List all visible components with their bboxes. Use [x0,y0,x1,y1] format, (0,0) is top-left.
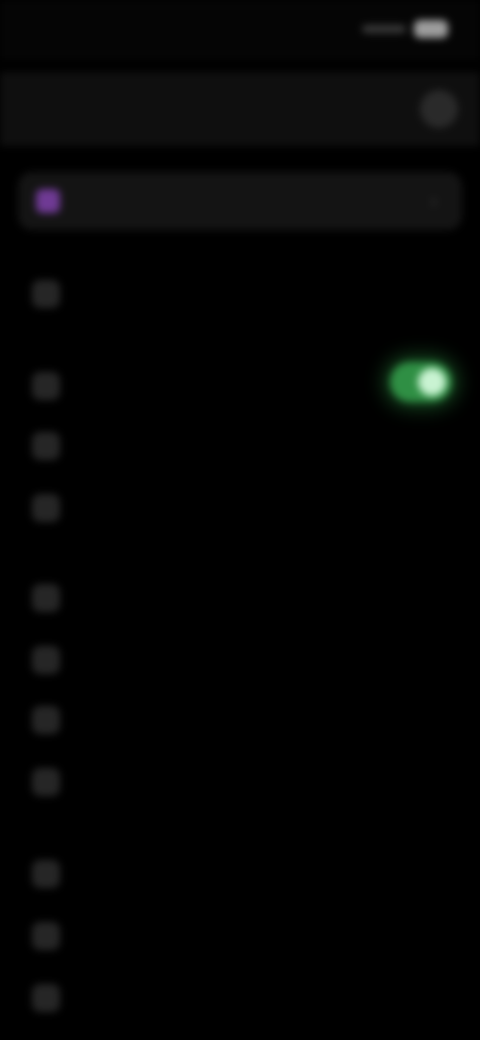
toggle-knob [418,368,446,396]
settings-icon [32,372,60,400]
settings-item-label [84,584,204,610]
settings-item-4[interactable] [18,482,462,532]
settings-item-label [84,280,214,306]
settings-item-10[interactable] [18,910,462,960]
app-bar [0,72,480,146]
account-banner[interactable]: › [18,172,462,230]
settings-item-11[interactable] [18,972,462,1022]
status-bar [0,0,480,60]
settings-icon [32,584,60,612]
settings-icon [32,706,60,734]
settings-item-9[interactable] [18,848,462,898]
settings-item-label [84,984,214,1010]
settings-icon [32,432,60,460]
page-title [190,94,300,124]
settings-item-label [84,706,184,732]
settings-item-6[interactable] [18,634,462,684]
settings-icon [32,860,60,888]
settings-icon [32,646,60,674]
settings-item-label [84,494,184,520]
settings-item-label [84,646,254,672]
settings-item-8[interactable] [18,756,462,806]
settings-icon [32,984,60,1012]
settings-item-5[interactable] [18,572,462,622]
settings-item-label [84,432,204,458]
settings-item-3[interactable] [18,420,462,470]
signal-icon [362,25,406,33]
settings-screen: › [0,0,480,1040]
banner-label [82,188,242,214]
settings-item-1[interactable] [18,268,462,318]
battery-icon [414,20,448,38]
settings-icon [32,494,60,522]
chevron-right-icon: › [430,189,438,213]
more-icon[interactable] [420,90,458,128]
settings-icon [32,280,60,308]
settings-item-label [84,768,194,794]
settings-item-label [84,372,244,398]
settings-item-7[interactable] [18,694,462,744]
settings-icon [32,768,60,796]
settings-item-2[interactable] [18,360,462,410]
settings-icon [32,922,60,950]
settings-item-label [84,860,254,886]
settings-item-label [84,922,214,948]
status-time [36,18,116,40]
status-icons [362,18,448,40]
account-icon [36,189,60,213]
toggle-switch[interactable] [390,362,452,402]
